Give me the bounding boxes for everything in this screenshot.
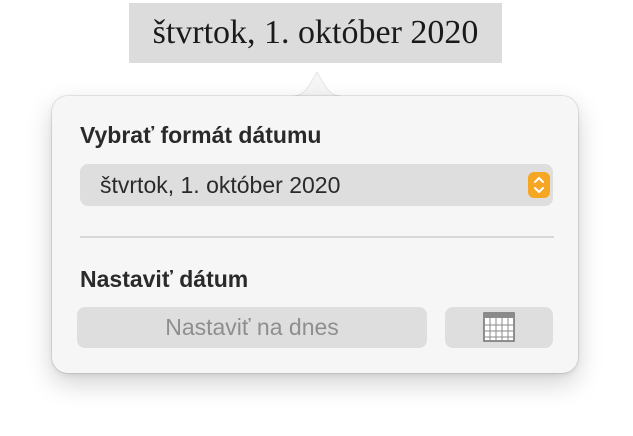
date-section-title: Nastaviť dátum — [80, 266, 249, 292]
format-section-title: Vybrať formát dátumu — [80, 122, 322, 148]
date-format-select[interactable]: štvrtok, 1. október 2020 — [80, 164, 553, 206]
popover-arrow — [282, 71, 352, 97]
selected-date-text[interactable]: štvrtok, 1. október 2020 — [129, 3, 502, 63]
date-format-popover: Vybrať formát dátumu štvrtok, 1. október… — [52, 96, 578, 373]
set-today-button[interactable]: Nastaviť na dnes — [77, 307, 427, 348]
up-down-chevron-icon[interactable] — [528, 172, 550, 198]
section-divider — [80, 236, 554, 238]
calendar-button[interactable] — [445, 307, 553, 348]
date-format-select-value: štvrtok, 1. október 2020 — [100, 172, 341, 198]
calendar-grid-icon — [483, 312, 515, 342]
